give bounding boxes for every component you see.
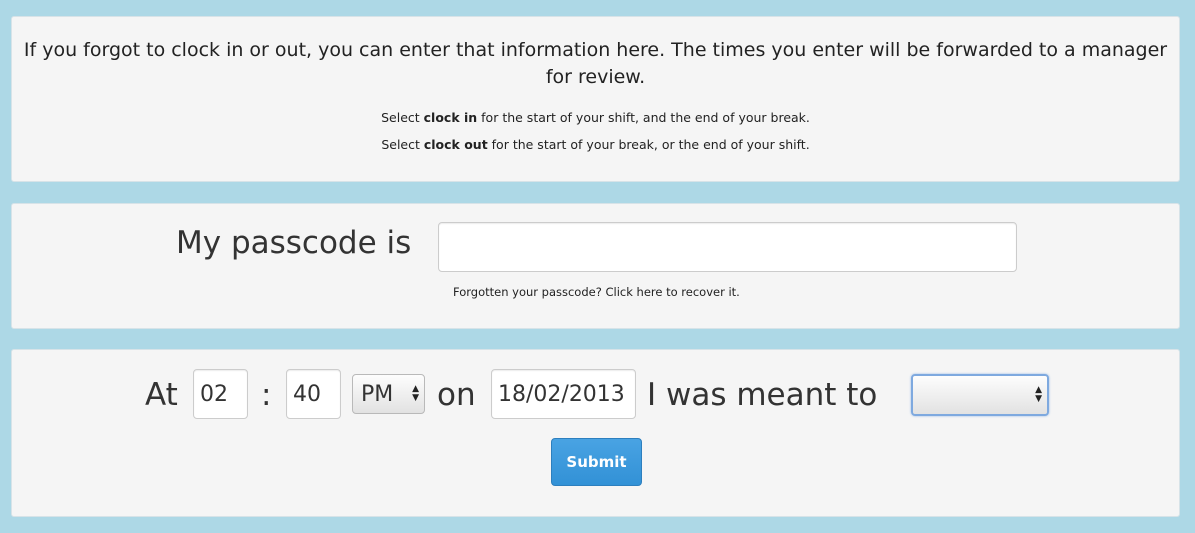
forgot-passcode-link[interactable]: Forgotten your passcode? Click here to r… [453, 285, 740, 299]
on-label: on [437, 377, 476, 413]
info-panel: If you forgot to clock in or out, you ca… [11, 16, 1180, 182]
ampm-selected-value: PM [361, 381, 394, 407]
hour-input[interactable] [193, 369, 248, 419]
passcode-label: My passcode is [176, 225, 412, 261]
at-label: At [145, 377, 178, 413]
clock-in-hint-prefix: Select [381, 110, 424, 125]
passcode-panel: My passcode is Forgotten your passcode? … [11, 203, 1180, 329]
clock-out-hint-suffix: for the start of your break, or the end … [487, 137, 810, 152]
clock-in-hint-emphasis: clock in [423, 110, 478, 125]
up-down-arrows-icon: ▲ ▼ [412, 384, 419, 403]
clock-action-select[interactable]: ▲ ▼ [911, 374, 1049, 416]
clock-out-hint-emphasis: clock out [423, 137, 488, 152]
time-separator: : [261, 377, 272, 413]
meant-to-label: I was meant to [647, 377, 878, 413]
intro-text: If you forgot to clock in or out, you ca… [23, 39, 1168, 88]
date-input[interactable] [491, 369, 636, 419]
passcode-input[interactable] [438, 222, 1017, 272]
clock-out-hint: Select clock out for the start of your b… [12, 137, 1179, 152]
minute-input[interactable] [286, 369, 341, 419]
clock-in-hint-suffix: for the start of your shift, and the end… [477, 110, 810, 125]
ampm-select[interactable]: PM ▲ ▼ [352, 374, 425, 414]
up-down-arrows-icon: ▲ ▼ [1035, 385, 1042, 404]
submit-button[interactable]: Submit [551, 438, 642, 486]
clock-out-hint-prefix: Select [381, 137, 424, 152]
clock-in-hint: Select clock in for the start of your sh… [12, 110, 1179, 125]
time-entry-panel: At : PM ▲▼ on I was meant to ▲▼ Submit [11, 349, 1180, 517]
